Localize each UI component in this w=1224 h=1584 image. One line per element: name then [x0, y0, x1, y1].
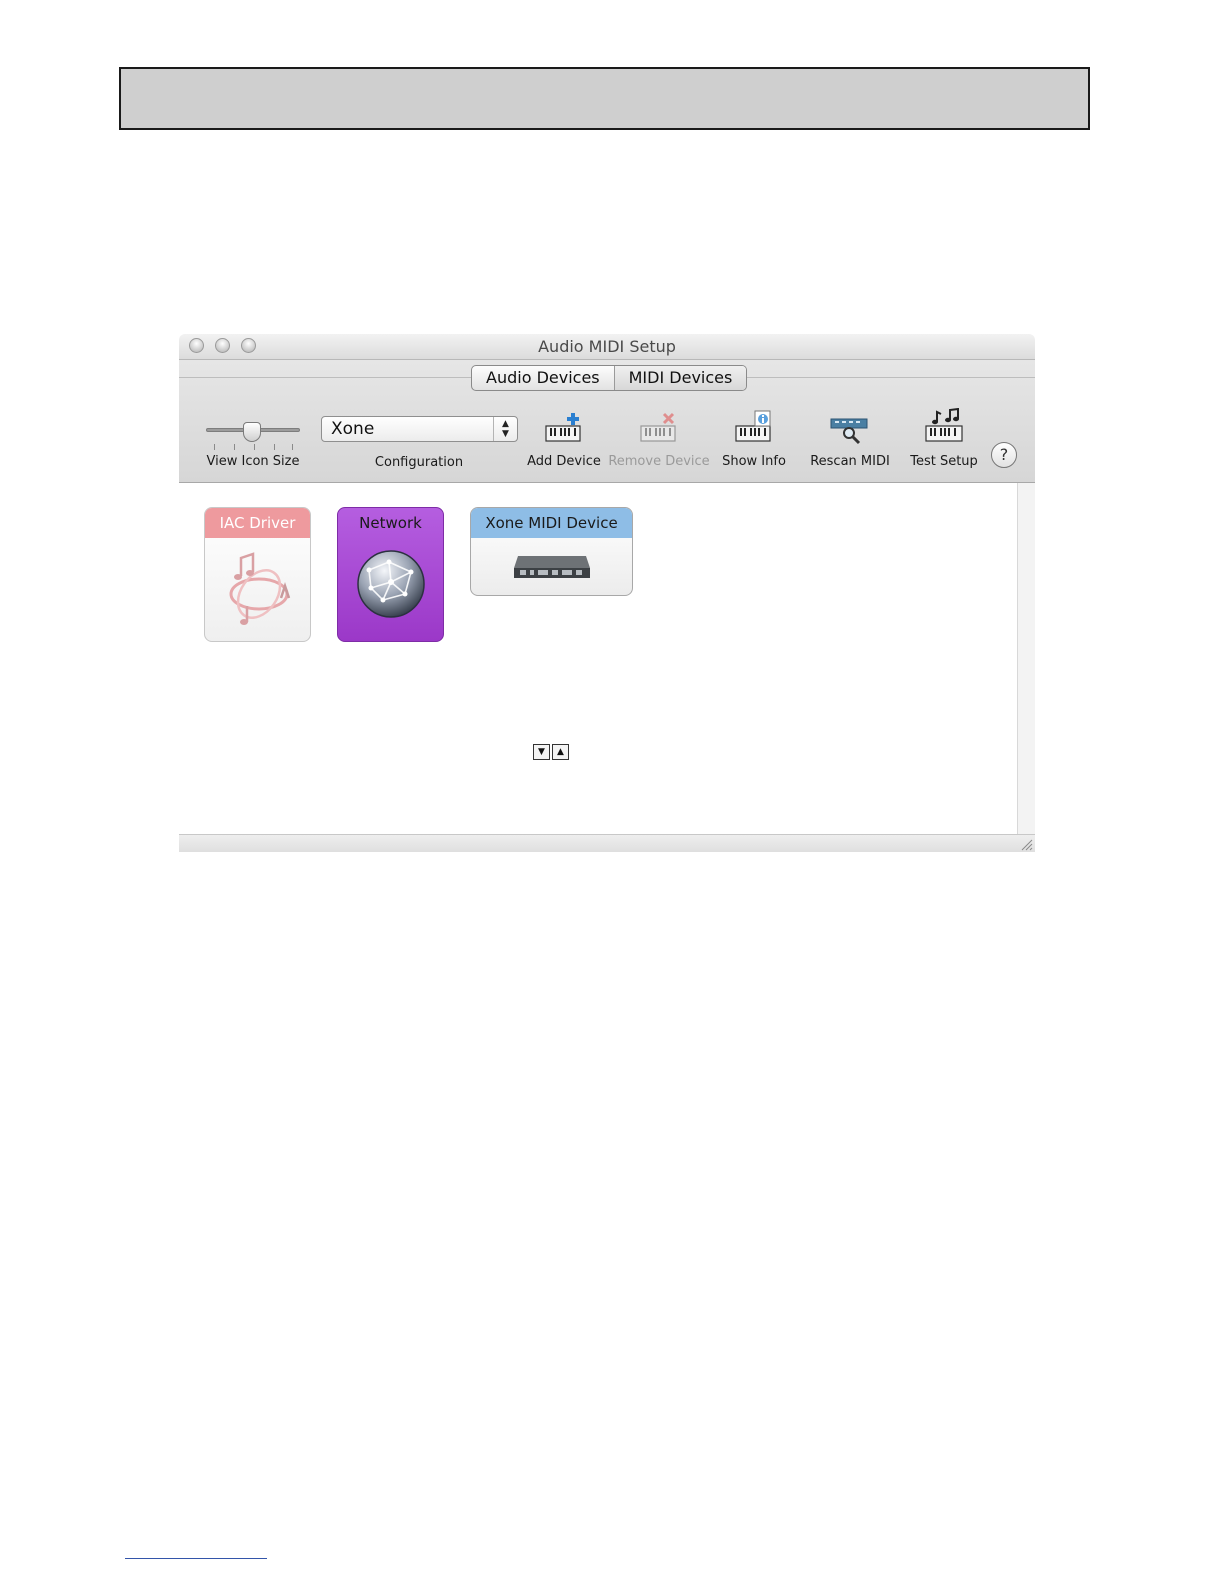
slider-tick	[292, 444, 293, 450]
device-xone-midi[interactable]: Xone MIDI Device	[470, 507, 633, 596]
test-setup-label: Test Setup	[910, 454, 978, 469]
window-status-bar	[179, 834, 1035, 852]
configuration-popup[interactable]: Xone ▲ ▼	[321, 416, 518, 442]
keyboard-notes-icon	[925, 407, 963, 442]
title-bar[interactable]: Audio MIDI Setup	[179, 334, 1035, 360]
remove-device-label: Remove Device	[608, 454, 710, 469]
keyboard-x-icon	[640, 412, 676, 442]
test-setup-button[interactable]	[925, 407, 965, 448]
icon-size-slider-knob[interactable]	[243, 422, 261, 442]
device-name: Network	[359, 514, 422, 532]
midi-interface-icon	[514, 556, 590, 578]
toolbar: Audio Devices MIDI Devices View Icon Siz…	[179, 360, 1035, 483]
window-title: Audio MIDI Setup	[538, 337, 676, 356]
tab-audio-devices[interactable]: Audio Devices	[472, 366, 614, 390]
midi-device-canvas[interactable]: IAC Driver Network Xone MIDI Device ▼ ▲	[179, 483, 1017, 834]
device-port-stepper: ▼ ▲	[533, 744, 569, 760]
show-info-label: Show Info	[722, 454, 786, 469]
remove-device-button[interactable]	[640, 412, 680, 448]
tab-midi-devices[interactable]: MIDI Devices	[613, 366, 747, 390]
add-device-label: Add Device	[527, 454, 601, 469]
slider-tick	[254, 444, 255, 450]
keyboard-plus-icon	[545, 413, 581, 442]
slider-tick	[234, 444, 235, 450]
slider-tick	[214, 444, 215, 450]
device-iac-driver[interactable]: IAC Driver	[204, 507, 311, 642]
page-header-box	[119, 67, 1090, 130]
rescan-midi-label: Rescan MIDI	[810, 454, 890, 469]
globe-icon	[357, 550, 425, 618]
device-name: Xone MIDI Device	[471, 508, 632, 538]
rescan-midi-button[interactable]	[830, 416, 870, 450]
show-info-button[interactable]	[735, 410, 775, 448]
popup-arrows-icon: ▲ ▼	[493, 417, 517, 441]
port-up-arrow-icon[interactable]: ▲	[552, 744, 569, 760]
tab-group: Audio Devices MIDI Devices	[471, 365, 748, 391]
help-button[interactable]: ?	[991, 442, 1017, 468]
audio-midi-setup-window: Audio MIDI Setup Audio Devices MIDI Devi…	[179, 334, 1035, 852]
device-name: IAC Driver	[205, 508, 310, 538]
configuration-label: Configuration	[374, 455, 464, 470]
device-network[interactable]: Network	[337, 507, 444, 642]
footer-rule	[125, 1558, 267, 1559]
view-icon-size-label: View Icon Size	[206, 454, 300, 469]
music-note-swirl-icon	[229, 552, 291, 625]
port-down-arrow-icon[interactable]: ▼	[533, 744, 550, 760]
configuration-value: Xone	[331, 419, 375, 439]
slider-tick	[274, 444, 275, 450]
add-device-button[interactable]	[545, 412, 585, 448]
rescan-magnifier-icon	[830, 418, 868, 445]
resize-grip-icon[interactable]	[1020, 838, 1033, 851]
vertical-scrollbar[interactable]	[1017, 483, 1035, 834]
info-keyboard-icon	[735, 410, 771, 442]
